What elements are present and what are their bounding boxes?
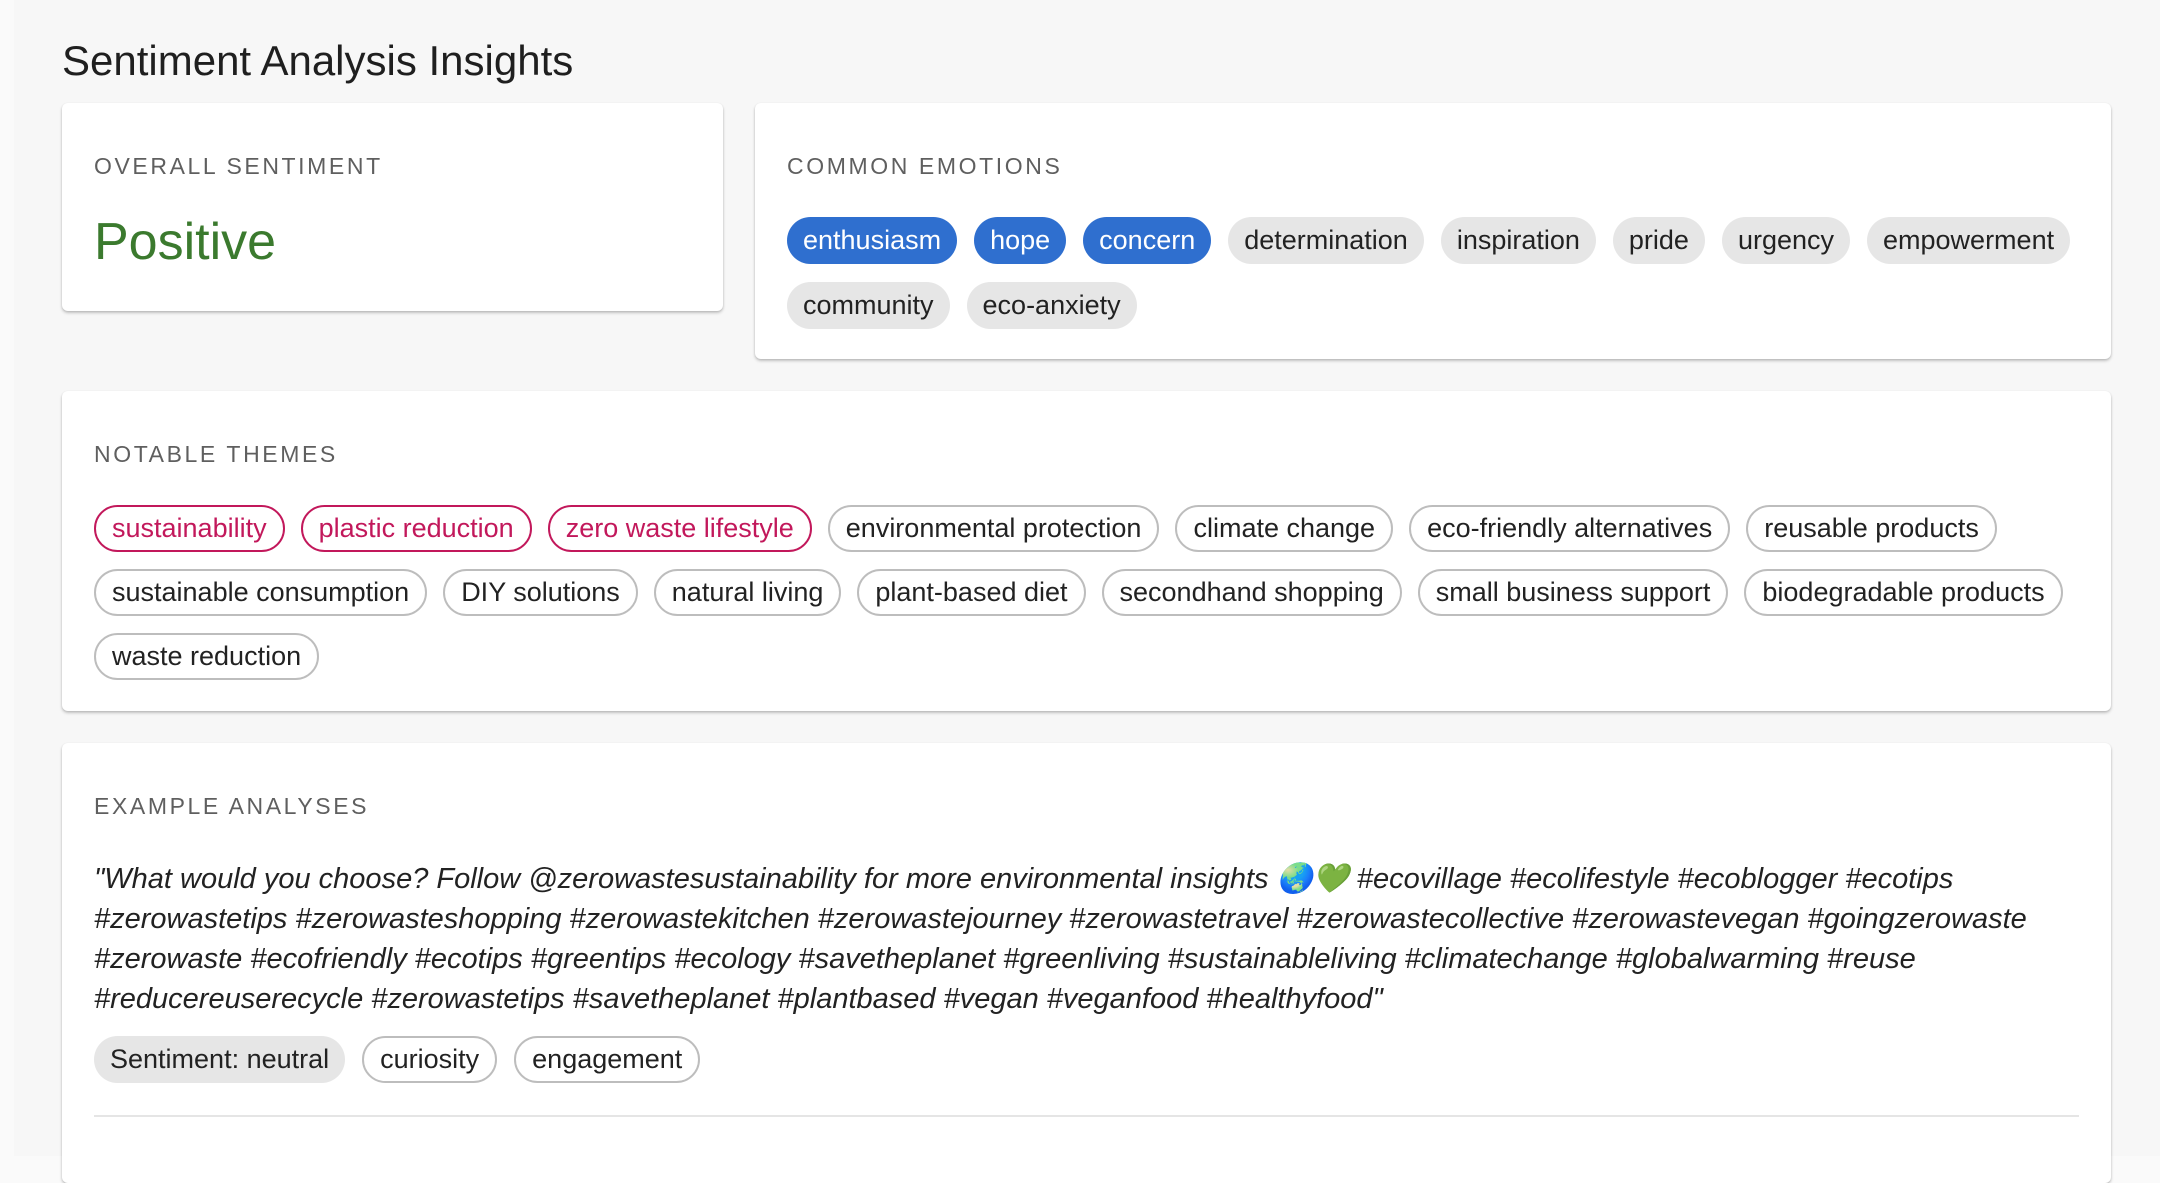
theme-chip: waste reduction bbox=[94, 633, 320, 680]
theme-chip: sustainability bbox=[94, 505, 285, 552]
theme-chip: plastic reduction bbox=[300, 505, 532, 552]
theme-chip: environmental protection bbox=[827, 505, 1160, 552]
overall-sentiment-value: Positive bbox=[94, 213, 277, 271]
emotion-chip-list: enthusiasm hope concern determination inspir… bbox=[787, 217, 2079, 329]
emotion-chip: urgency bbox=[1721, 217, 1851, 264]
emotion-chip: empowerment bbox=[1867, 217, 2071, 264]
example-quote: "What would you choose? Follow @zerowast… bbox=[94, 863, 2027, 1015]
theme-chip: biodegradable products bbox=[1744, 569, 2063, 616]
example-tag-chip: engagement bbox=[514, 1036, 701, 1083]
theme-chip: plant-based diet bbox=[857, 569, 1086, 616]
example-chip-list: Sentiment: neutral curiosity engagement bbox=[94, 1036, 2079, 1083]
example-analyses-card: EXAMPLE ANALYSES "What would you choose?… bbox=[62, 743, 2111, 1183]
emotion-chip: pride bbox=[1612, 217, 1705, 264]
sentiment-insights-page: Sentiment Analysis Insights OVERALL SENT… bbox=[14, 0, 2160, 1183]
emotion-chip: eco-anxiety bbox=[966, 282, 1137, 329]
emotion-chip: concern bbox=[1083, 217, 1212, 264]
notable-themes-label: NOTABLE THEMES bbox=[94, 441, 338, 467]
theme-chip-list: sustainability plastic reduction zero wast… bbox=[94, 505, 2079, 680]
example-analyses-label: EXAMPLE ANALYSES bbox=[94, 793, 370, 819]
emotion-chip: community bbox=[787, 282, 950, 329]
theme-chip: climate change bbox=[1175, 505, 1394, 552]
theme-chip: reusable products bbox=[1746, 505, 1997, 552]
emotion-chip: hope bbox=[974, 217, 1067, 264]
theme-chip: zero waste lifestyle bbox=[547, 505, 812, 552]
common-emotions-label: COMMON EMOTIONS bbox=[787, 153, 1063, 179]
theme-chip: natural living bbox=[653, 569, 842, 616]
emotion-chip: inspiration bbox=[1440, 217, 1596, 264]
common-emotions-card: COMMON EMOTIONS enthusiasm hope concern det… bbox=[755, 103, 2111, 359]
example-sentiment-chip: Sentiment: neutral bbox=[94, 1036, 346, 1083]
example-divider bbox=[94, 1115, 2079, 1117]
overall-sentiment-label: OVERALL SENTIMENT bbox=[94, 153, 383, 179]
theme-chip: eco-friendly alternatives bbox=[1409, 505, 1731, 552]
theme-chip: secondhand shopping bbox=[1101, 569, 1402, 616]
emotion-chip: enthusiasm bbox=[787, 217, 958, 264]
theme-chip: sustainable consumption bbox=[94, 569, 428, 616]
page-title: Sentiment Analysis Insights bbox=[62, 37, 574, 84]
theme-chip: DIY solutions bbox=[443, 569, 638, 616]
example-item: "What would you choose? Follow @zerowast… bbox=[94, 859, 2079, 1117]
notable-themes-card: NOTABLE THEMES sustainability plastic red… bbox=[62, 391, 2111, 711]
emotion-chip: determination bbox=[1228, 217, 1424, 264]
theme-chip: small business support bbox=[1417, 569, 1729, 616]
overall-sentiment-card: OVERALL SENTIMENT Positive bbox=[62, 103, 723, 311]
example-tag-chip: curiosity bbox=[362, 1036, 498, 1083]
